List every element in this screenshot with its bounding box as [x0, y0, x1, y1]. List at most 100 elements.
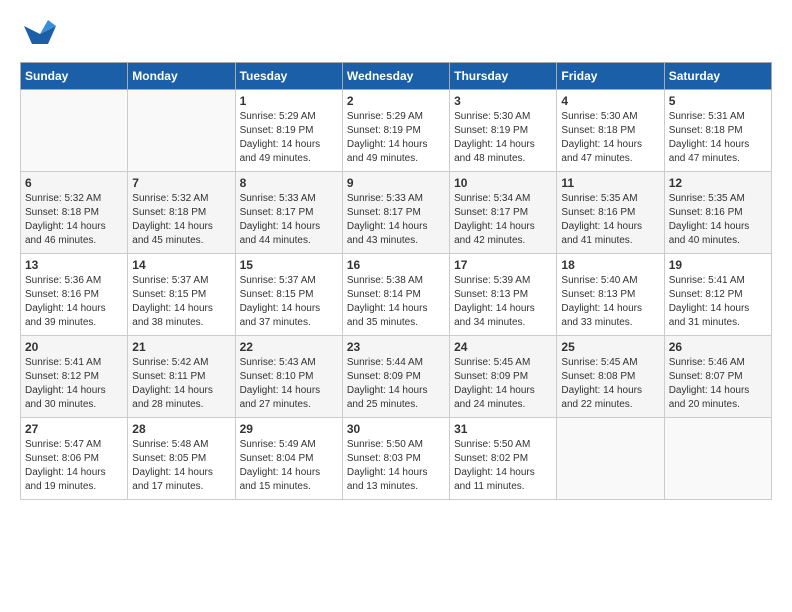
header-row: SundayMondayTuesdayWednesdayThursdayFrid…: [21, 63, 772, 90]
header-day: Sunday: [21, 63, 128, 90]
day-number: 14: [132, 258, 230, 272]
calendar-cell: 16 Sunrise: 5:38 AMSunset: 8:14 PMDaylig…: [342, 254, 449, 336]
calendar-cell: 3 Sunrise: 5:30 AMSunset: 8:19 PMDayligh…: [450, 90, 557, 172]
calendar-cell: 2 Sunrise: 5:29 AMSunset: 8:19 PMDayligh…: [342, 90, 449, 172]
calendar-cell: 13 Sunrise: 5:36 AMSunset: 8:16 PMDaylig…: [21, 254, 128, 336]
calendar-cell: 15 Sunrise: 5:37 AMSunset: 8:15 PMDaylig…: [235, 254, 342, 336]
day-info: Sunrise: 5:30 AMSunset: 8:18 PMDaylight:…: [561, 110, 659, 166]
header-day: Tuesday: [235, 63, 342, 90]
day-number: 28: [132, 422, 230, 436]
day-info: Sunrise: 5:49 AMSunset: 8:04 PMDaylight:…: [240, 438, 338, 494]
calendar-cell: 21 Sunrise: 5:42 AMSunset: 8:11 PMDaylig…: [128, 336, 235, 418]
calendar-cell: 4 Sunrise: 5:30 AMSunset: 8:18 PMDayligh…: [557, 90, 664, 172]
calendar-cell: 17 Sunrise: 5:39 AMSunset: 8:13 PMDaylig…: [450, 254, 557, 336]
calendar-cell: [128, 90, 235, 172]
calendar-cell: 6 Sunrise: 5:32 AMSunset: 8:18 PMDayligh…: [21, 172, 128, 254]
day-info: Sunrise: 5:40 AMSunset: 8:13 PMDaylight:…: [561, 274, 659, 330]
calendar-week: 6 Sunrise: 5:32 AMSunset: 8:18 PMDayligh…: [21, 172, 772, 254]
header-day: Saturday: [664, 63, 771, 90]
day-number: 1: [240, 94, 338, 108]
day-info: Sunrise: 5:45 AMSunset: 8:09 PMDaylight:…: [454, 356, 552, 412]
day-info: Sunrise: 5:35 AMSunset: 8:16 PMDaylight:…: [669, 192, 767, 248]
day-number: 13: [25, 258, 123, 272]
header-day: Thursday: [450, 63, 557, 90]
day-info: Sunrise: 5:35 AMSunset: 8:16 PMDaylight:…: [561, 192, 659, 248]
calendar-cell: 24 Sunrise: 5:45 AMSunset: 8:09 PMDaylig…: [450, 336, 557, 418]
day-number: 30: [347, 422, 445, 436]
calendar-cell: 25 Sunrise: 5:45 AMSunset: 8:08 PMDaylig…: [557, 336, 664, 418]
day-info: Sunrise: 5:29 AMSunset: 8:19 PMDaylight:…: [347, 110, 445, 166]
calendar-cell: 7 Sunrise: 5:32 AMSunset: 8:18 PMDayligh…: [128, 172, 235, 254]
day-info: Sunrise: 5:36 AMSunset: 8:16 PMDaylight:…: [25, 274, 123, 330]
day-number: 16: [347, 258, 445, 272]
day-info: Sunrise: 5:39 AMSunset: 8:13 PMDaylight:…: [454, 274, 552, 330]
day-info: Sunrise: 5:43 AMSunset: 8:10 PMDaylight:…: [240, 356, 338, 412]
day-number: 7: [132, 176, 230, 190]
day-number: 4: [561, 94, 659, 108]
day-number: 11: [561, 176, 659, 190]
calendar-cell: 5 Sunrise: 5:31 AMSunset: 8:18 PMDayligh…: [664, 90, 771, 172]
calendar-cell: 28 Sunrise: 5:48 AMSunset: 8:05 PMDaylig…: [128, 418, 235, 500]
header-day: Monday: [128, 63, 235, 90]
calendar-cell: 26 Sunrise: 5:46 AMSunset: 8:07 PMDaylig…: [664, 336, 771, 418]
day-number: 12: [669, 176, 767, 190]
day-number: 25: [561, 340, 659, 354]
day-number: 22: [240, 340, 338, 354]
calendar-cell: [664, 418, 771, 500]
day-info: Sunrise: 5:34 AMSunset: 8:17 PMDaylight:…: [454, 192, 552, 248]
calendar-cell: 22 Sunrise: 5:43 AMSunset: 8:10 PMDaylig…: [235, 336, 342, 418]
day-info: Sunrise: 5:50 AMSunset: 8:02 PMDaylight:…: [454, 438, 552, 494]
day-info: Sunrise: 5:32 AMSunset: 8:18 PMDaylight:…: [132, 192, 230, 248]
calendar-cell: 19 Sunrise: 5:41 AMSunset: 8:12 PMDaylig…: [664, 254, 771, 336]
day-info: Sunrise: 5:33 AMSunset: 8:17 PMDaylight:…: [240, 192, 338, 248]
day-number: 27: [25, 422, 123, 436]
calendar-cell: 29 Sunrise: 5:49 AMSunset: 8:04 PMDaylig…: [235, 418, 342, 500]
day-number: 26: [669, 340, 767, 354]
calendar-cell: 18 Sunrise: 5:40 AMSunset: 8:13 PMDaylig…: [557, 254, 664, 336]
day-info: Sunrise: 5:30 AMSunset: 8:19 PMDaylight:…: [454, 110, 552, 166]
day-info: Sunrise: 5:38 AMSunset: 8:14 PMDaylight:…: [347, 274, 445, 330]
day-number: 19: [669, 258, 767, 272]
day-info: Sunrise: 5:48 AMSunset: 8:05 PMDaylight:…: [132, 438, 230, 494]
day-info: Sunrise: 5:44 AMSunset: 8:09 PMDaylight:…: [347, 356, 445, 412]
day-number: 9: [347, 176, 445, 190]
day-info: Sunrise: 5:32 AMSunset: 8:18 PMDaylight:…: [25, 192, 123, 248]
calendar-cell: [557, 418, 664, 500]
day-number: 20: [25, 340, 123, 354]
logo-icon: [24, 16, 56, 48]
calendar-cell: 23 Sunrise: 5:44 AMSunset: 8:09 PMDaylig…: [342, 336, 449, 418]
day-number: 29: [240, 422, 338, 436]
day-number: 31: [454, 422, 552, 436]
calendar-cell: 11 Sunrise: 5:35 AMSunset: 8:16 PMDaylig…: [557, 172, 664, 254]
page: SundayMondayTuesdayWednesdayThursdayFrid…: [0, 0, 792, 612]
day-number: 23: [347, 340, 445, 354]
day-number: 21: [132, 340, 230, 354]
day-info: Sunrise: 5:45 AMSunset: 8:08 PMDaylight:…: [561, 356, 659, 412]
calendar-week: 27 Sunrise: 5:47 AMSunset: 8:06 PMDaylig…: [21, 418, 772, 500]
day-number: 3: [454, 94, 552, 108]
day-info: Sunrise: 5:41 AMSunset: 8:12 PMDaylight:…: [25, 356, 123, 412]
day-info: Sunrise: 5:37 AMSunset: 8:15 PMDaylight:…: [240, 274, 338, 330]
calendar-week: 13 Sunrise: 5:36 AMSunset: 8:16 PMDaylig…: [21, 254, 772, 336]
day-info: Sunrise: 5:41 AMSunset: 8:12 PMDaylight:…: [669, 274, 767, 330]
calendar-week: 1 Sunrise: 5:29 AMSunset: 8:19 PMDayligh…: [21, 90, 772, 172]
calendar-cell: 10 Sunrise: 5:34 AMSunset: 8:17 PMDaylig…: [450, 172, 557, 254]
day-number: 5: [669, 94, 767, 108]
day-number: 8: [240, 176, 338, 190]
calendar-table: SundayMondayTuesdayWednesdayThursdayFrid…: [20, 62, 772, 500]
day-number: 6: [25, 176, 123, 190]
day-info: Sunrise: 5:50 AMSunset: 8:03 PMDaylight:…: [347, 438, 445, 494]
day-info: Sunrise: 5:33 AMSunset: 8:17 PMDaylight:…: [347, 192, 445, 248]
calendar-cell: 1 Sunrise: 5:29 AMSunset: 8:19 PMDayligh…: [235, 90, 342, 172]
day-info: Sunrise: 5:42 AMSunset: 8:11 PMDaylight:…: [132, 356, 230, 412]
calendar-week: 20 Sunrise: 5:41 AMSunset: 8:12 PMDaylig…: [21, 336, 772, 418]
calendar-cell: 27 Sunrise: 5:47 AMSunset: 8:06 PMDaylig…: [21, 418, 128, 500]
header: [20, 16, 772, 48]
header-day: Wednesday: [342, 63, 449, 90]
day-info: Sunrise: 5:31 AMSunset: 8:18 PMDaylight:…: [669, 110, 767, 166]
day-number: 2: [347, 94, 445, 108]
calendar-cell: 9 Sunrise: 5:33 AMSunset: 8:17 PMDayligh…: [342, 172, 449, 254]
calendar-cell: [21, 90, 128, 172]
day-number: 15: [240, 258, 338, 272]
logo: [20, 16, 56, 48]
